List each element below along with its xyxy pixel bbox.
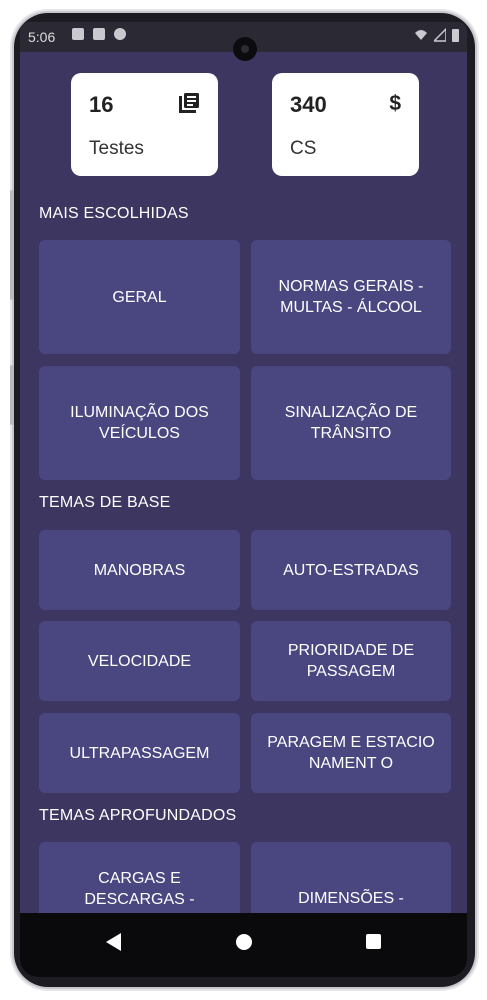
- tile-sinalizacao[interactable]: SINALIZAÇÃO DE TRÂNSITO: [251, 366, 451, 480]
- section-title-advanced: TEMAS APROFUNDADOS: [39, 807, 237, 824]
- tests-count: 16: [89, 92, 114, 117]
- tile-prioridade[interactable]: PRIORIDADE DE PASSAGEM: [251, 621, 451, 701]
- cs-stat-card[interactable]: 340 CS $: [272, 73, 419, 176]
- camera-cutout: [233, 37, 257, 61]
- home-icon[interactable]: [236, 934, 252, 950]
- notification-icon: [93, 28, 105, 40]
- notification-icon: [114, 28, 126, 40]
- power-button: [10, 190, 14, 300]
- status-time: 5:06: [28, 29, 56, 45]
- section-title-basic: TEMAS DE BASE: [39, 494, 171, 511]
- cs-label: CS: [290, 138, 317, 159]
- recent-apps-icon[interactable]: [366, 934, 381, 949]
- cs-count: 340: [290, 92, 327, 117]
- tile-manobras[interactable]: MANOBRAS: [39, 530, 240, 610]
- tests-label: Testes: [89, 138, 144, 159]
- volume-button: [10, 365, 14, 425]
- tile-paragem[interactable]: PARAGEM E ESTACIONAMENT O: [251, 713, 451, 793]
- dollar-icon: $: [389, 92, 401, 115]
- signal-icon: [434, 28, 446, 42]
- section-title-popular: MAIS ESCOLHIDAS: [39, 205, 189, 222]
- tile-normas-gerais[interactable]: NORMAS GERAIS - MULTAS - ÁLCOOL: [251, 240, 451, 354]
- navigation-bar: [20, 913, 467, 977]
- tile-velocidade[interactable]: VELOCIDADE: [39, 621, 240, 701]
- notification-icons: [72, 28, 126, 40]
- notification-icon: [72, 28, 84, 40]
- tests-stat-card[interactable]: 16 Testes: [71, 73, 218, 176]
- system-icons: [414, 28, 459, 42]
- wifi-icon: [415, 30, 427, 40]
- tile-iluminacao[interactable]: ILUMINAÇÃO DOS VEÍCULOS: [39, 366, 240, 480]
- book-icon: [179, 93, 199, 113]
- tile-geral[interactable]: GERAL: [39, 240, 240, 354]
- tile-ultrapassagem[interactable]: ULTRAPASSAGEM: [39, 713, 240, 793]
- tile-auto-estradas[interactable]: AUTO-ESTRADAS: [251, 530, 451, 610]
- app-screen: 5:06 16 Testes 340 CS $ MAIS ESCOLHIDAS: [20, 22, 467, 977]
- battery-icon: [452, 29, 459, 42]
- back-icon[interactable]: [106, 933, 121, 951]
